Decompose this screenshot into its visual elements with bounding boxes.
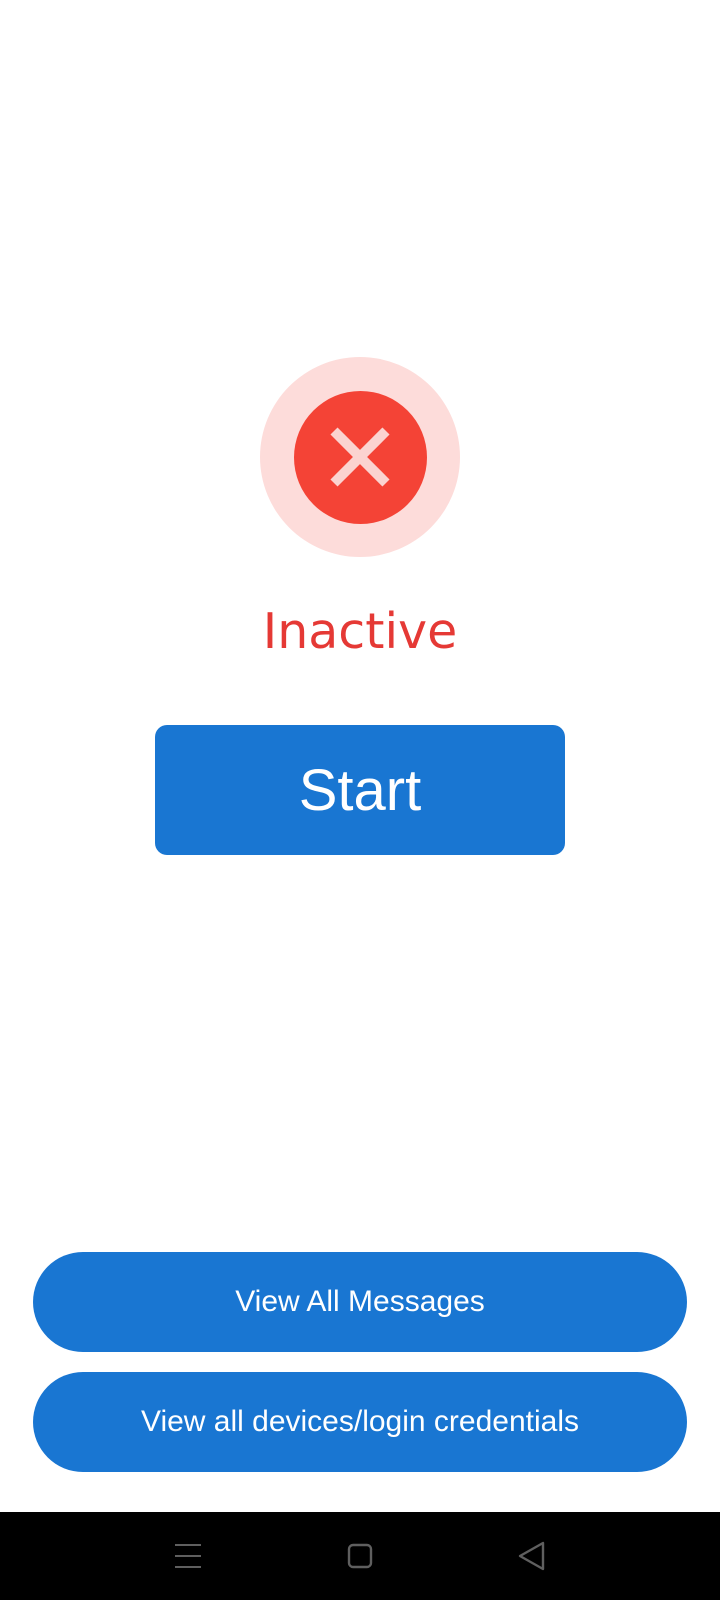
view-devices-credentials-button[interactable]: View all devices/login credentials [33, 1372, 687, 1472]
home-square-icon[interactable] [338, 1534, 382, 1578]
back-triangle-icon[interactable] [510, 1534, 554, 1578]
app-screen: Inactive Start View All Messages View al… [0, 0, 720, 1600]
status-indicator-halo [260, 357, 460, 557]
system-navigation-bar [0, 1512, 720, 1600]
close-icon [330, 427, 390, 487]
status-indicator-circle [293, 390, 427, 524]
start-button[interactable]: Start [155, 725, 565, 855]
view-all-messages-button[interactable]: View All Messages [33, 1252, 687, 1352]
status-label: Inactive [262, 603, 458, 660]
menu-icon[interactable] [166, 1534, 210, 1578]
